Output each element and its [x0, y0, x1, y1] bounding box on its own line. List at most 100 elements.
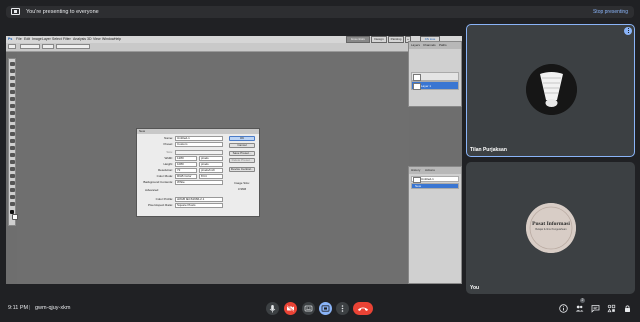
workspace-design-button[interactable]: Design — [371, 36, 387, 43]
menu-file[interactable]: File — [16, 36, 22, 43]
zoom-tool-icon[interactable] — [10, 202, 15, 206]
lasso-tool-icon[interactable] — [10, 76, 15, 80]
history-snapshot-name: Untitled-1 — [421, 177, 434, 181]
menu-select[interactable]: Select — [52, 36, 62, 43]
advanced-toggle[interactable]: Advanced — [145, 188, 169, 193]
layer-thumbnail — [413, 74, 421, 81]
stop-presenting-button[interactable]: Stop presenting — [593, 7, 628, 17]
captions-button[interactable] — [302, 302, 315, 315]
history-snapshot-row[interactable]: Untitled-1 — [411, 176, 459, 183]
menu-help[interactable]: Help — [114, 36, 121, 43]
layer-row[interactable]: Layer 1 — [411, 81, 459, 90]
clock: 9:11 PM — [8, 305, 29, 311]
history-panel-tabs: History Actions — [409, 167, 461, 174]
color-profile-select[interactable]: sRGB IEC61966-2.1 — [175, 197, 223, 202]
color-mode-label: Color Mode: — [156, 174, 173, 178]
activities-icon[interactable] — [607, 304, 616, 313]
type-tool-icon[interactable] — [10, 167, 15, 171]
tool-preset-picker[interactable] — [8, 44, 16, 49]
eyedropper-tool-icon[interactable] — [10, 97, 15, 101]
menu-filter[interactable]: Filter — [63, 36, 71, 43]
menu-view[interactable]: View — [93, 36, 101, 43]
pixel-aspect-select[interactable]: Square Pixels — [175, 203, 223, 208]
tab-actions[interactable]: Actions — [425, 168, 435, 173]
background-contents-select[interactable]: White — [175, 180, 223, 185]
device-central-button[interactable]: Device Central... — [229, 167, 255, 172]
mic-button[interactable] — [266, 302, 279, 315]
move-tool-icon[interactable] — [10, 62, 15, 66]
photoshop-toolbox — [8, 58, 18, 226]
tab-paths[interactable]: Paths — [439, 43, 447, 48]
workspace-essentials-button[interactable]: Essentials — [346, 36, 370, 43]
photoshop-logo: Ps — [8, 37, 13, 41]
style-select[interactable] — [56, 44, 90, 49]
menu-analysis[interactable]: Analysis — [73, 36, 86, 43]
quick-select-tool-icon[interactable] — [10, 83, 15, 87]
layers-panel-tabs: Layers Channels Paths — [409, 42, 461, 49]
gradient-tool-icon[interactable] — [10, 139, 15, 143]
presenting-text: You're presenting to everyone — [26, 9, 99, 15]
dodge-tool-icon[interactable] — [10, 153, 15, 157]
more-options-button[interactable] — [336, 302, 349, 315]
tab-channels[interactable]: Channels — [423, 43, 436, 48]
hand-tool-icon[interactable] — [10, 195, 15, 199]
brush-tool-icon[interactable] — [10, 111, 15, 115]
preset-select[interactable]: Custom — [175, 142, 223, 147]
resolution-unit-select[interactable]: pixels/inch — [199, 168, 223, 173]
pen-tool-icon[interactable] — [10, 160, 15, 164]
anti-alias-checkbox[interactable] — [42, 44, 54, 49]
menu-edit[interactable]: Edit — [24, 36, 30, 43]
present-screen-button[interactable] — [319, 302, 332, 315]
tab-layers[interactable]: Layers — [411, 43, 420, 48]
photoshop-menubar: Ps File Edit Image Layer Select Filter A… — [6, 36, 462, 43]
healing-brush-tool-icon[interactable] — [10, 104, 15, 108]
layer-thumbnail — [413, 83, 421, 90]
lock-icon[interactable] — [623, 304, 632, 313]
background-color-swatch[interactable] — [12, 214, 18, 220]
clone-stamp-tool-icon[interactable] — [10, 118, 15, 122]
crop-tool-icon[interactable] — [10, 90, 15, 94]
camera-toggle-button[interactable] — [284, 302, 297, 315]
name-field[interactable]: Untitled-1 — [175, 136, 223, 141]
shape-tool-icon[interactable] — [10, 181, 15, 185]
info-icon[interactable] — [559, 304, 568, 313]
width-field[interactable]: 1280 — [175, 156, 197, 161]
size-select[interactable] — [175, 150, 223, 155]
more-icon[interactable] — [624, 27, 632, 35]
resolution-field[interactable]: 72 — [175, 168, 197, 173]
pixel-aspect-label: Pixel Aspect Ratio: — [147, 203, 173, 207]
people-icon[interactable] — [575, 304, 584, 313]
path-selection-tool-icon[interactable] — [10, 174, 15, 178]
layer-blank-row[interactable] — [411, 72, 459, 81]
history-panel: History Actions Untitled-1 New — [408, 166, 462, 284]
height-unit-select[interactable]: pixels — [199, 162, 223, 167]
3d-rotate-tool-icon[interactable] — [10, 188, 15, 192]
tab-history[interactable]: History — [411, 168, 420, 173]
menu-3d[interactable]: 3D — [87, 36, 91, 43]
color-profile-label: Color Profile: — [155, 197, 173, 201]
history-state-row[interactable]: New — [411, 183, 459, 189]
width-unit-select[interactable]: pixels — [199, 156, 223, 161]
workspace-painting-button[interactable]: Painting — [388, 36, 404, 43]
color-mode-select[interactable]: RGB Color — [175, 174, 197, 179]
chat-icon[interactable] — [591, 304, 600, 313]
menu-image[interactable]: Image — [32, 36, 42, 43]
cancel-button[interactable]: Cancel — [229, 143, 255, 148]
layers-panel: Layers Channels Paths Layer 1 — [408, 41, 462, 107]
menu-layer[interactable]: Layer — [42, 36, 51, 43]
save-preset-button[interactable]: Save Preset... — [229, 151, 255, 156]
avatar: Pusat Informasi Belajar & Ilmu Pengetahu… — [526, 203, 576, 253]
end-call-button[interactable] — [353, 302, 373, 315]
height-field[interactable]: 1080 — [175, 162, 197, 167]
feather-field[interactable] — [20, 44, 40, 49]
delete-preset-button[interactable]: Delete Preset... — [229, 158, 255, 163]
avatar-text-line2: Belajar & Ilmu Pengetahuan — [535, 228, 567, 231]
photoshop-options-bar — [6, 43, 462, 52]
menu-window[interactable]: Window — [102, 36, 114, 43]
bit-depth-select[interactable]: 8 bit — [199, 174, 223, 179]
blur-tool-icon[interactable] — [10, 146, 15, 150]
marquee-tool-icon[interactable] — [10, 69, 15, 73]
eraser-tool-icon[interactable] — [10, 132, 15, 136]
ok-button[interactable]: OK — [229, 136, 255, 141]
history-brush-tool-icon[interactable] — [10, 125, 15, 129]
